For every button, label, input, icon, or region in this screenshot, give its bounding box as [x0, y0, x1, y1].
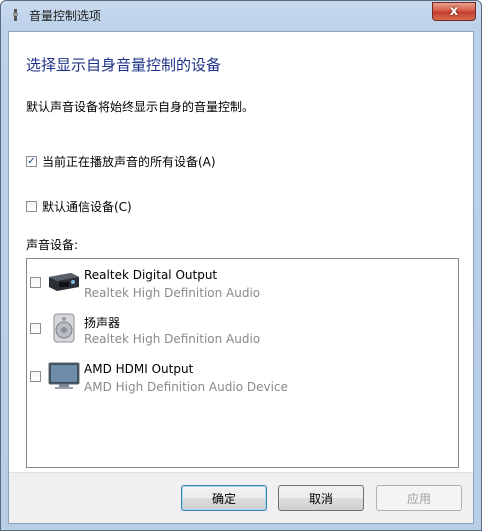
cancel-button[interactable]: 取消: [278, 485, 364, 511]
device-description: Realtek High Definition Audio: [84, 332, 261, 346]
device-checkbox[interactable]: [30, 277, 41, 288]
option-label: 默认通信设备(C): [42, 200, 132, 214]
dialog-window: 音量控制选项 x 选择显示自身音量控制的设备 默认声音设备将始终显示自身的音量控…: [0, 0, 482, 531]
devices-label: 声音设备:: [26, 238, 79, 252]
apply-label: 应用: [406, 491, 431, 506]
device-name: Realtek Digital Output: [84, 268, 218, 282]
list-item[interactable]: AMD HDMI Output AMD High Definition Audi…: [27, 353, 458, 399]
page-heading: 选择显示自身音量控制的设备: [26, 56, 222, 74]
checkbox-default-comm[interactable]: [26, 201, 37, 212]
window-title: 音量控制选项: [29, 9, 102, 23]
dialog-content: 选择显示自身音量控制的设备 默认声音设备将始终显示自身的音量控制。 ✓ 当前正在…: [8, 31, 474, 524]
device-list[interactable]: Realtek Digital Output Realtek High Defi…: [26, 258, 459, 468]
ok-button[interactable]: 确定: [181, 485, 267, 511]
device-name: 扬声器: [84, 316, 121, 330]
title-bar[interactable]: 音量控制选项 x: [1, 1, 481, 31]
device-description: Realtek High Definition Audio: [84, 286, 261, 300]
device-checkbox[interactable]: [30, 371, 41, 382]
monitor-icon: [48, 362, 80, 389]
list-item[interactable]: Realtek Digital Output Realtek High Defi…: [27, 259, 458, 305]
description-text: 默认声音设备将始终显示自身的音量控制。: [26, 100, 255, 114]
device-name: AMD HDMI Output: [84, 362, 194, 376]
speaker-icon: [53, 313, 75, 343]
digital-output-icon: [49, 273, 79, 291]
checkmark-icon: ✓: [27, 155, 36, 167]
checkbox-all-playing[interactable]: ✓: [26, 156, 37, 167]
list-item[interactable]: 扬声器 Realtek High Definition Audio: [27, 305, 458, 351]
device-description: AMD High Definition Audio Device: [84, 380, 288, 394]
apply-button[interactable]: 应用: [376, 485, 462, 511]
option-default-comm-device[interactable]: 默认通信设备(C): [26, 198, 132, 215]
ok-label: 确定: [211, 491, 236, 506]
option-label: 当前正在播放声音的所有设备(A): [42, 155, 216, 169]
app-icon: [13, 9, 18, 21]
close-button[interactable]: x: [432, 2, 476, 21]
device-checkbox[interactable]: [30, 323, 41, 334]
cancel-label: 取消: [308, 491, 333, 506]
option-all-playing-devices[interactable]: ✓ 当前正在播放声音的所有设备(A): [26, 153, 216, 170]
close-icon: x: [449, 4, 459, 19]
